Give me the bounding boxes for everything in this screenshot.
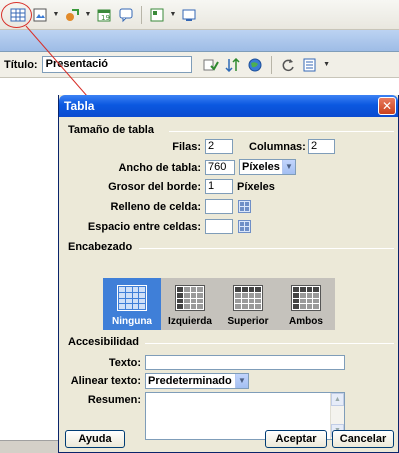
table-dialog: Tabla ✕ Tamaño de tabla Filas: 2 Columna… bbox=[58, 95, 399, 453]
header-option-both[interactable]: Ambos bbox=[277, 278, 335, 330]
view-options-icon bbox=[303, 58, 316, 71]
section-divider bbox=[169, 131, 394, 132]
chevron-down-icon[interactable]: ▼ bbox=[323, 61, 331, 68]
check-icon bbox=[203, 59, 219, 71]
refresh-button[interactable] bbox=[279, 57, 297, 73]
table-none-icon bbox=[117, 285, 147, 311]
insert-table-button[interactable] bbox=[8, 5, 28, 25]
header-option-left[interactable]: Izquierda bbox=[161, 278, 219, 330]
width-unit-select[interactable]: Píxeles ▼ bbox=[239, 159, 296, 175]
section-title-header: Encabezado bbox=[68, 241, 133, 253]
section-divider bbox=[139, 248, 394, 249]
calendar-icon: 19 bbox=[97, 9, 111, 22]
svg-text:19: 19 bbox=[101, 14, 110, 22]
align-caption-value: Predeterminado bbox=[148, 375, 232, 387]
cancel-button[interactable]: Cancelar bbox=[332, 430, 394, 448]
scroll-up-icon[interactable]: ▲ bbox=[331, 393, 344, 406]
chevron-down-icon[interactable]: ▼ bbox=[52, 11, 60, 18]
table-both-header-icon bbox=[291, 285, 321, 311]
cell-padding-input[interactable] bbox=[205, 199, 233, 214]
section-title-size: Tamaño de tabla bbox=[68, 124, 154, 136]
columns-input[interactable]: 2 bbox=[308, 139, 335, 154]
chevron-down-icon[interactable]: ▼ bbox=[84, 11, 92, 18]
header-option-label: Ambos bbox=[289, 316, 323, 327]
toolbar-divider bbox=[141, 5, 142, 24]
insert-image-button[interactable] bbox=[30, 5, 50, 25]
header-option-label: Superior bbox=[227, 316, 269, 327]
cell-spacing-icon bbox=[238, 220, 251, 233]
columns-label: Columnas: bbox=[249, 141, 306, 153]
help-button[interactable]: Ayuda bbox=[65, 430, 125, 448]
insert-media-button[interactable] bbox=[62, 5, 82, 25]
view-options-button[interactable] bbox=[301, 57, 319, 73]
chevron-down-icon[interactable]: ▼ bbox=[235, 374, 248, 388]
align-caption-label: Alinear texto: bbox=[70, 375, 141, 387]
file-management-button[interactable] bbox=[224, 57, 242, 73]
header-option-label: Ninguna bbox=[112, 316, 152, 327]
rows-input[interactable]: 2 bbox=[205, 139, 233, 154]
templates-button[interactable] bbox=[147, 5, 167, 25]
cell-padding-label: Relleno de celda: bbox=[110, 201, 201, 213]
template-icon bbox=[150, 8, 164, 21]
section-divider bbox=[145, 343, 394, 344]
summary-label: Resumen: bbox=[87, 394, 141, 406]
section-title-accessibility: Accesibilidad bbox=[68, 336, 139, 348]
tag-icon bbox=[182, 9, 196, 21]
preview-browser-button[interactable] bbox=[246, 57, 264, 73]
table-left-header-icon bbox=[175, 285, 205, 311]
document-toolbar: Título: Presentació ▼ bbox=[0, 52, 399, 78]
cell-spacing-input[interactable] bbox=[205, 219, 233, 234]
document-tab-bar bbox=[0, 30, 399, 52]
close-button[interactable]: ✕ bbox=[378, 97, 396, 115]
border-unit: Píxeles bbox=[237, 181, 275, 193]
comment-icon bbox=[119, 8, 133, 22]
media-icon bbox=[66, 8, 79, 21]
tag-chooser-button[interactable] bbox=[179, 5, 199, 25]
border-label: Grosor del borde: bbox=[108, 181, 201, 193]
width-input[interactable]: 760 bbox=[205, 160, 235, 175]
dialog-body: Tamaño de tabla Filas: 2 Columnas: 2 Anc… bbox=[59, 117, 398, 453]
insert-comment-button[interactable] bbox=[116, 5, 136, 25]
cell-spacing-label: Espacio entre celdas: bbox=[87, 221, 201, 233]
align-caption-select[interactable]: Predeterminado ▼ bbox=[145, 373, 249, 389]
globe-icon bbox=[248, 58, 262, 71]
table-icon bbox=[10, 8, 26, 21]
validate-button[interactable] bbox=[202, 57, 220, 73]
header-option-label: Izquierda bbox=[168, 316, 212, 327]
width-unit-value: Píxeles bbox=[242, 161, 280, 173]
toolbar-divider bbox=[270, 55, 272, 74]
header-options: Ninguna Izquierda Superior Ambos bbox=[103, 278, 335, 330]
border-input[interactable]: 1 bbox=[205, 179, 233, 194]
header-option-top[interactable]: Superior bbox=[219, 278, 277, 330]
insert-date-button[interactable]: 19 bbox=[94, 5, 114, 25]
updown-arrows-icon bbox=[225, 57, 240, 72]
chevron-down-icon[interactable]: ▼ bbox=[282, 160, 295, 174]
header-option-none[interactable]: Ninguna bbox=[103, 278, 161, 330]
caption-label: Texto: bbox=[108, 357, 141, 369]
main-toolbar: ▼ ▼ 19 ▼ bbox=[0, 0, 399, 30]
rows-label: Filas: bbox=[172, 141, 201, 153]
ok-button[interactable]: Aceptar bbox=[265, 430, 327, 448]
image-icon bbox=[33, 8, 47, 21]
table-top-header-icon bbox=[233, 285, 263, 311]
width-label: Ancho de tabla: bbox=[118, 162, 201, 174]
cell-padding-icon bbox=[238, 200, 251, 213]
chevron-down-icon[interactable]: ▼ bbox=[169, 11, 177, 18]
dialog-titlebar[interactable]: Tabla ✕ bbox=[59, 95, 398, 117]
caption-input[interactable] bbox=[145, 355, 345, 370]
refresh-icon bbox=[282, 58, 294, 71]
title-input[interactable]: Presentació bbox=[41, 56, 192, 73]
close-icon: ✕ bbox=[381, 99, 393, 113]
dialog-title: Tabla bbox=[64, 99, 95, 113]
title-label: Título: bbox=[4, 58, 38, 71]
